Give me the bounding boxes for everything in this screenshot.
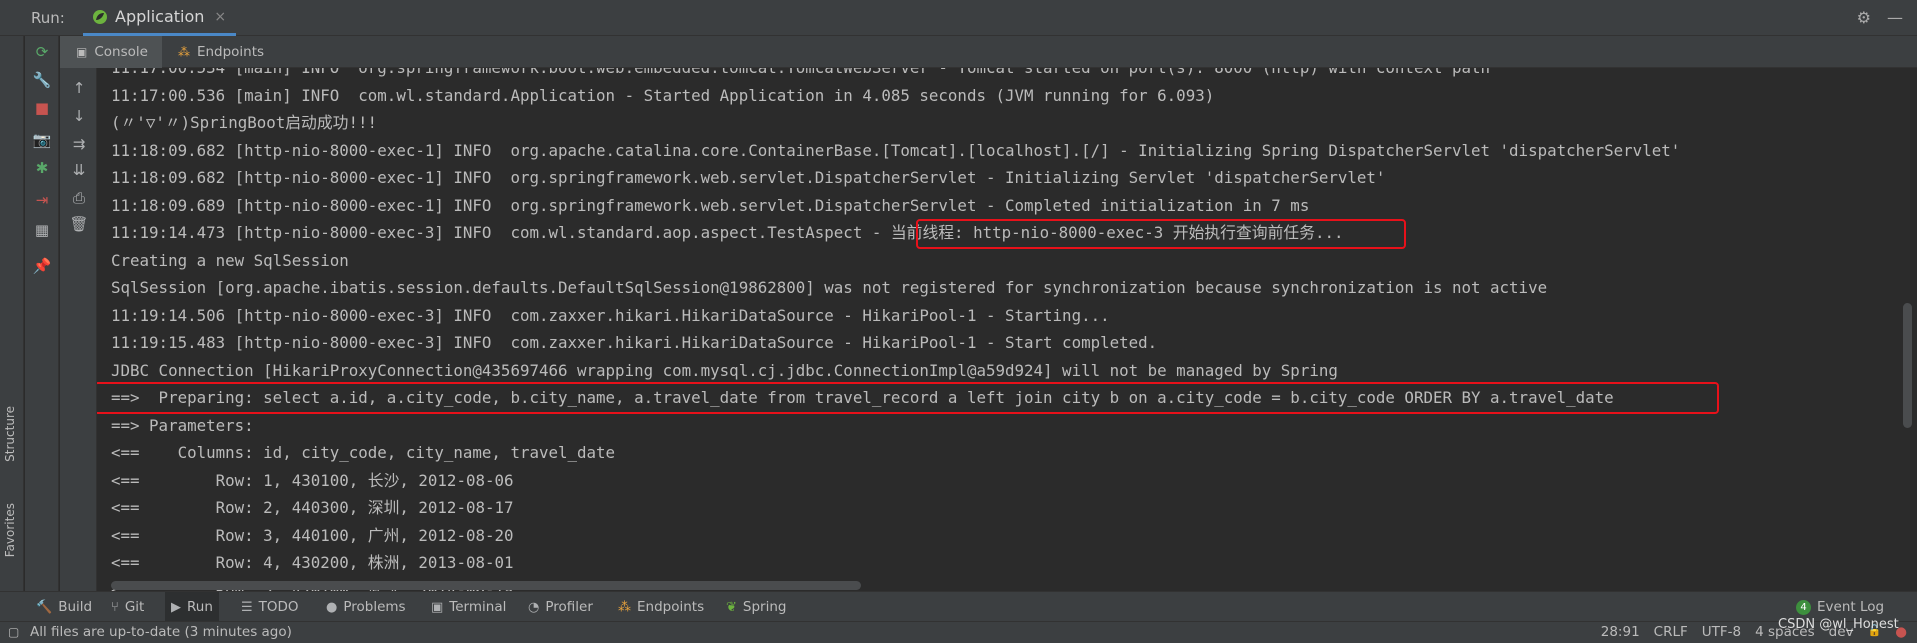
bottom-tab-spring[interactable]: ❦ Spring xyxy=(720,592,792,622)
run-actions-toolbar: ⟳ 🔧 ■ 📷 ✱ ⇥ ▦ 📌 xyxy=(25,36,59,591)
vertical-scrollbar[interactable] xyxy=(1898,68,1917,591)
console-line: 11:18:09.682 [http-nio-8000-exec-1] INFO… xyxy=(111,141,1681,160)
bottom-tab-label: Event Log xyxy=(1817,599,1885,615)
status-bar: ▢ All files are up-to-date (3 minutes ag… xyxy=(0,621,1917,643)
pin-icon[interactable]: 📌 xyxy=(32,256,52,276)
console-line: 11:17:00.536 [main] INFO com.wl.standard… xyxy=(111,86,1215,105)
left-tool-stripe: Structure Favorites xyxy=(0,36,24,591)
console-line: <== Row: 2, 440300, 深圳, 2012-08-17 xyxy=(111,498,514,517)
console-subtabs: ▣ Console ⁂ Endpoints xyxy=(60,35,1917,68)
run-label: Run: xyxy=(31,9,65,27)
bottom-tab-label: Profiler xyxy=(545,599,593,615)
soft-wrap-icon[interactable]: ⇉ xyxy=(69,134,89,154)
bottom-tab-todo[interactable]: ☰ TODO xyxy=(235,592,305,622)
bottom-tab-endpoints[interactable]: ⁂ Endpoints xyxy=(612,592,710,622)
watermark: CSDN @wl_Honest xyxy=(1778,617,1899,632)
terminal-icon: ▣ xyxy=(431,599,444,615)
vertical-scrollbar-thumb[interactable] xyxy=(1903,303,1912,428)
console-line: SqlSession [org.apache.ibatis.session.de… xyxy=(111,278,1548,297)
close-icon[interactable]: × xyxy=(214,9,226,25)
trash-icon[interactable]: 🗑 xyxy=(69,214,89,234)
file-encoding[interactable]: UTF-8 xyxy=(1702,624,1741,640)
rerun-icon[interactable]: ⟳ xyxy=(32,42,52,62)
tab-endpoints[interactable]: ⁂ Endpoints xyxy=(162,36,278,68)
exit-icon[interactable]: ⇥ xyxy=(32,190,52,210)
console-line: 11:19:14.506 [http-nio-8000-exec-3] INFO… xyxy=(111,306,1110,325)
bottom-tab-profiler[interactable]: ◔ Profiler xyxy=(522,592,599,622)
console-line: Creating a new SqlSession xyxy=(111,251,349,270)
console-line: ==> Parameters: xyxy=(111,416,264,435)
tab-console-label: Console xyxy=(94,43,148,60)
bottom-tab-label: Spring xyxy=(742,599,787,615)
play-icon: ▶ xyxy=(171,599,181,615)
stop-icon[interactable]: ■ xyxy=(32,98,52,118)
favorites-stripe-button[interactable]: Favorites xyxy=(3,503,17,557)
run-tab-label: Application xyxy=(115,7,205,26)
settings-gear-icon[interactable]: ⚙ xyxy=(1857,8,1871,27)
console-line: 11:18:09.689 [http-nio-8000-exec-1] INFO… xyxy=(111,196,1310,215)
highlight-box-sql-preparing xyxy=(97,382,1719,414)
horizontal-scrollbar-thumb[interactable] xyxy=(111,581,861,590)
console-line: 11:17:00.534 [main] INFO org.springframe… xyxy=(111,68,1519,81)
bottom-tab-label: Problems xyxy=(343,599,406,615)
problems-icon: ● xyxy=(326,599,338,615)
bottom-tab-label: Git xyxy=(124,599,145,615)
event-log-count-badge: 4 xyxy=(1796,599,1811,615)
wrench-icon[interactable]: 🔧 xyxy=(32,70,52,90)
console-line: JDBC Connection [HikariProxyConnection@4… xyxy=(111,361,1338,380)
cursor-position[interactable]: 28:91 xyxy=(1601,624,1640,640)
bottom-tab-terminal[interactable]: ▣ Terminal xyxy=(425,592,512,622)
bottom-tab-label: Build xyxy=(58,599,93,615)
profiler-icon: ◔ xyxy=(528,599,540,615)
console-line: (〃'▽'〃)SpringBoot启动成功!!! xyxy=(111,113,377,132)
bottom-tab-label: Endpoints xyxy=(637,599,705,615)
git-branch-icon: ⑂ xyxy=(111,599,119,615)
spring-leaf-icon: ❦ xyxy=(726,599,737,615)
run-tab-application[interactable]: Application × xyxy=(83,0,237,36)
line-separator[interactable]: CRLF xyxy=(1654,624,1688,640)
console-output[interactable]: 11:17:00.534 [main] INFO org.springframe… xyxy=(97,68,1898,591)
status-message[interactable]: All files are up-to-date (3 minutes ago) xyxy=(30,624,292,640)
console-line: <== Row: 3, 440100, 广州, 2012-08-20 xyxy=(111,526,514,545)
bottom-tab-run[interactable]: ▶ Run xyxy=(165,592,219,622)
bottom-tab-git[interactable]: ⑂ Git xyxy=(105,592,150,622)
spring-app-icon xyxy=(93,9,107,24)
console-icon: ▣ xyxy=(76,44,88,59)
debug-bug-icon[interactable]: ✱ xyxy=(32,158,52,178)
print-icon[interactable]: ⎙ xyxy=(69,188,89,208)
console-line: <== Row: 1, 430100, 长沙, 2012-08-06 xyxy=(111,471,514,490)
bottom-tab-label: Terminal xyxy=(449,599,507,615)
run-tool-window-header: Run: Application × ⚙ — xyxy=(0,0,1917,36)
bottom-tab-build[interactable]: 🔨 Build xyxy=(30,592,98,622)
hammer-icon: 🔨 xyxy=(36,599,53,615)
console-line: <== Columns: id, city_code, city_name, t… xyxy=(111,443,616,462)
bottom-tab-problems[interactable]: ● Problems xyxy=(320,592,412,622)
console-actions-toolbar: ↑ ↓ ⇉ ⇊ ⎙ 🗑 xyxy=(60,68,97,591)
minimize-icon[interactable]: — xyxy=(1887,8,1903,27)
tab-console[interactable]: ▣ Console xyxy=(60,35,162,68)
highlight-box-thread-message xyxy=(916,219,1406,249)
scroll-to-end-icon[interactable]: ⇊ xyxy=(69,160,89,180)
layout-icon[interactable]: ▦ xyxy=(32,220,52,240)
bottom-tab-label: Run xyxy=(187,599,213,615)
list-icon: ☰ xyxy=(241,599,253,615)
endpoints-icon: ⁂ xyxy=(618,599,631,615)
console-line: 11:19:15.483 [http-nio-8000-exec-3] INFO… xyxy=(111,333,1158,352)
endpoints-icon: ⁂ xyxy=(177,44,190,59)
up-arrow-icon[interactable]: ↑ xyxy=(69,78,89,98)
structure-stripe-button[interactable]: Structure xyxy=(3,406,17,462)
bottom-tool-tabs: 🔨 Build ⑂ Git ▶ Run ☰ TODO ● Problems ▣ … xyxy=(0,591,1917,622)
console-line: <== Row: 4, 430200, 株洲, 2013-08-01 xyxy=(111,553,514,572)
tab-endpoints-label: Endpoints xyxy=(196,43,265,60)
status-window-icon[interactable]: ▢ xyxy=(8,625,19,639)
console-line: 11:18:09.682 [http-nio-8000-exec-1] INFO… xyxy=(111,168,1386,187)
down-arrow-icon[interactable]: ↓ xyxy=(69,106,89,126)
bottom-tab-label: TODO xyxy=(258,599,299,615)
camera-icon[interactable]: 📷 xyxy=(32,130,52,150)
